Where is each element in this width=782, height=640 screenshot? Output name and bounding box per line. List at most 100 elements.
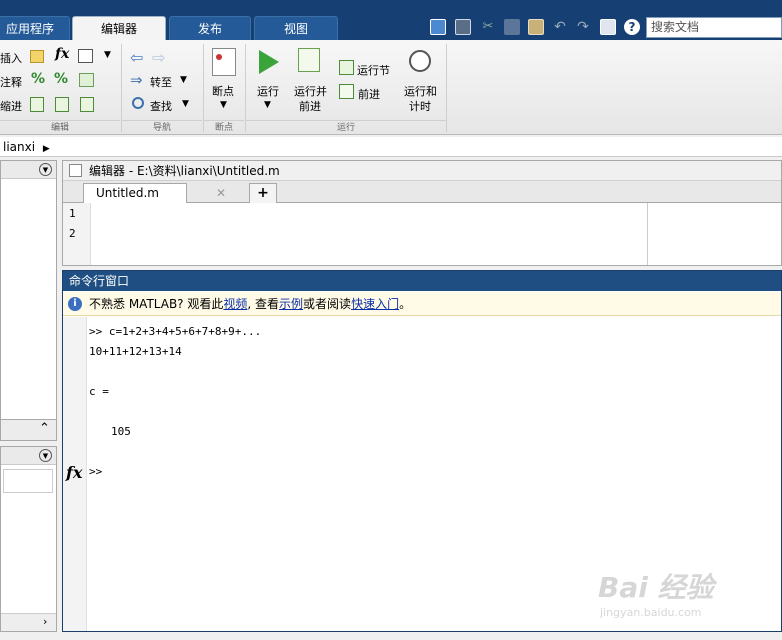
wrap-comment-icon[interactable] [79,73,94,87]
run-and-time-icon[interactable] [409,50,431,72]
help-icon[interactable]: ? [624,19,640,35]
paste-icon[interactable] [528,19,544,35]
fx-icon[interactable]: fx [66,463,82,482]
group-title-edit: 编辑 [0,120,120,134]
panel-header: ▼ [1,161,56,179]
examples-link[interactable]: 示例 [279,297,303,311]
chevron-down-icon[interactable]: ▼ [180,75,187,85]
command-line: >> c=1+2+3+4+5+6+7+8+9+... [89,325,262,338]
editor-tab-strip: Untitled.m ✕ + [63,181,781,203]
redo-icon[interactable]: ↷ [575,19,591,35]
save-icon[interactable] [455,19,471,35]
run-time-label-2[interactable]: 计时 [409,98,431,114]
tab-untitled-m[interactable]: Untitled.m ✕ [83,183,226,203]
goto-icon[interactable]: ⇒ [130,71,143,89]
run-advance-icon[interactable] [298,48,320,72]
panel-menu-icon[interactable]: ▼ [39,449,52,462]
line-number: 2 [69,227,76,240]
current-folder-bar[interactable]: lianxi ▶ [0,137,782,157]
current-folder-panel: ▼ [0,160,57,420]
info-banner: i 不熟悉 MATLAB? 观看此视频, 查看示例或者阅读快速入门。 [63,292,781,316]
editor-document-icon [69,164,82,177]
function-icon[interactable] [78,49,93,63]
workspace-list[interactable] [3,469,53,493]
add-tab-button[interactable]: + [249,183,277,203]
run-section-icon[interactable] [339,60,354,75]
indent-label[interactable]: 缩进 [0,98,22,114]
chevron-right-icon[interactable]: › [43,615,47,628]
editor-title-bar: 编辑器 - E:\资料\lianxi\Untitled.m [63,161,781,181]
run-label[interactable]: 运行 [257,83,279,99]
group-title-breakpoints: 断点 [204,120,244,134]
video-link[interactable]: 视频 [223,297,247,311]
layout-icon[interactable] [430,19,446,35]
advance-label[interactable]: 前进 [358,86,380,102]
command-window-title: 命令行窗口 [63,271,781,291]
percent-icon[interactable]: % [31,71,45,87]
tab-editor[interactable]: 编辑器 [72,16,166,41]
run-icon[interactable] [259,50,279,74]
close-icon[interactable]: ✕ [216,184,226,202]
switch-windows-icon[interactable] [600,19,616,35]
line-number-gutter: 1 2 [63,203,91,265]
comment-label[interactable]: 注释 [0,74,22,90]
divider [121,44,122,132]
search-input[interactable]: 搜索文档 [646,17,782,38]
find-label[interactable]: 查找 [150,98,172,114]
divider [245,44,246,132]
editor-panel: 编辑器 - E:\资料\lianxi\Untitled.m Untitled.m… [62,160,782,266]
breakpoint-dot-icon [216,54,222,60]
increase-indent-icon[interactable] [55,97,69,112]
panel-menu-icon[interactable]: ▼ [39,163,52,176]
chevron-up-icon[interactable]: ⌃ [39,421,50,436]
chevron-down-icon[interactable]: ▼ [182,99,189,109]
insert-label[interactable]: 插入 [0,50,22,66]
command-line: c = [89,385,109,398]
copy-icon[interactable] [504,19,520,35]
code-area[interactable] [92,203,647,265]
tab-apps[interactable]: 应用程序 [0,16,70,40]
command-line: 105 [111,425,131,438]
run-advance-label-2[interactable]: 前进 [299,98,321,114]
divider [203,44,204,132]
command-prompt[interactable]: >> [89,465,102,478]
chevron-down-icon[interactable]: ▼ [220,100,227,110]
line-number: 1 [69,207,76,220]
panel-collapse-bar[interactable]: ⌃ [0,419,57,441]
divider [446,44,447,132]
horizontal-scrollbar[interactable]: › [1,613,56,631]
breakpoints-label[interactable]: 断点 [212,83,234,99]
smart-indent-icon[interactable] [30,97,44,112]
ribbon-toolbar: 插入 fx ▼ 注释 % % 缩进 编辑 ⇦ ⇨ ⇒ 转至 ▼ 查找 ▼ 导航 … [0,40,782,135]
chevron-down-icon[interactable]: ▼ [264,100,271,110]
tab-view[interactable]: 视图 [254,16,338,40]
folder-path[interactable]: lianxi [3,140,35,154]
chevron-right-icon[interactable]: ▶ [43,144,50,154]
undo-icon[interactable]: ↶ [552,19,568,35]
back-arrow-icon[interactable]: ⇦ [130,48,143,67]
getting-started-link[interactable]: 快速入门 [351,297,399,311]
group-title-run: 运行 [246,120,446,134]
fx-insert-icon[interactable]: fx [55,46,69,62]
advance-icon[interactable] [339,84,354,99]
run-advance-label-1[interactable]: 运行并 [294,83,327,99]
top-tab-bar: 应用程序 编辑器 发布 视图 ✂ ↶ ↷ ? 搜索文档 [0,0,782,41]
info-icon: i [68,297,82,311]
editor-title: 编辑器 - E:\资料\lianxi\Untitled.m [89,164,280,178]
run-section-label[interactable]: 运行节 [357,62,390,78]
run-time-label-1[interactable]: 运行和 [404,83,437,99]
right-text-margin [647,203,648,265]
tab-publish[interactable]: 发布 [169,16,251,40]
insert-icon[interactable] [30,50,44,63]
forward-arrow-icon[interactable]: ⇨ [152,48,165,67]
workspace-panel: ▼ › [0,446,57,632]
find-icon[interactable] [132,97,144,109]
watermark-url: jingyan.baidu.com [600,606,702,619]
group-title-nav: 导航 [122,120,202,134]
cut-icon[interactable]: ✂ [480,19,496,35]
decrease-indent-icon[interactable] [80,97,94,112]
uncomment-icon[interactable]: % [54,71,68,87]
breakpoint-icon[interactable] [212,48,236,76]
goto-label[interactable]: 转至 [150,74,172,90]
chevron-down-icon[interactable]: ▼ [104,50,111,60]
